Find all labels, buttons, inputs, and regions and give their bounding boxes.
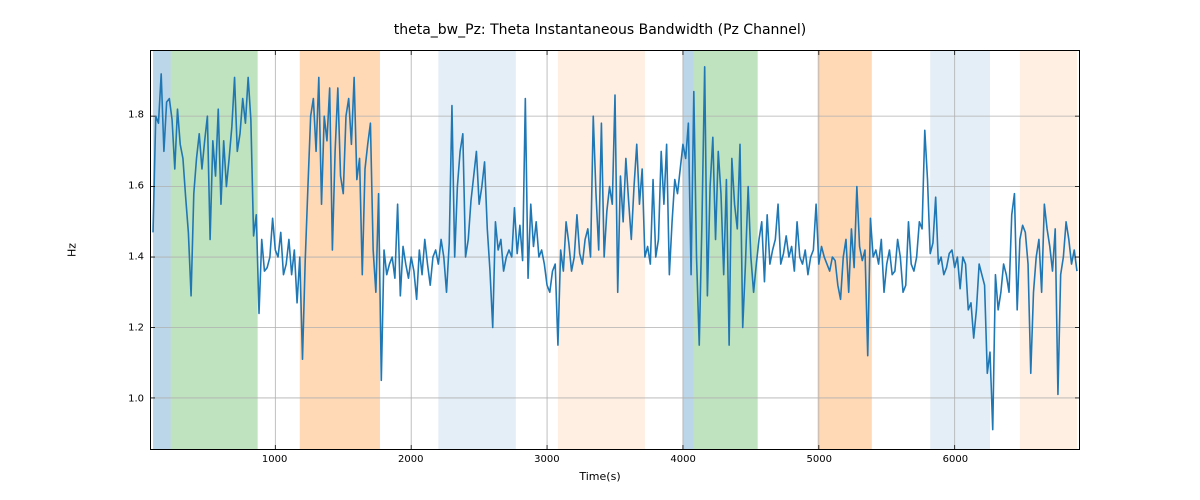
x-tick-label: 4000 — [670, 454, 695, 465]
x-tick-label: 5000 — [807, 454, 832, 465]
plot-area — [150, 50, 1080, 450]
x-tick-label: 2000 — [398, 454, 423, 465]
x-tick-label: 6000 — [943, 454, 968, 465]
highlight-band — [558, 51, 645, 449]
chart-title: theta_bw_Pz: Theta Instantaneous Bandwid… — [0, 22, 1200, 38]
highlight-band — [438, 51, 515, 449]
plot-svg — [151, 51, 1079, 449]
y-tick-label: 1.6 — [128, 181, 144, 192]
y-axis-label: Hz — [66, 243, 79, 257]
figure: theta_bw_Pz: Theta Instantaneous Bandwid… — [0, 0, 1200, 500]
y-tick-label: 1.0 — [128, 393, 144, 404]
x-tick-label: 1000 — [262, 454, 287, 465]
y-tick-label: 1.4 — [128, 252, 144, 263]
y-tick-label: 1.8 — [128, 110, 144, 121]
highlight-band — [930, 51, 990, 449]
highlight-band — [1020, 51, 1077, 449]
x-axis-label: Time(s) — [0, 470, 1200, 483]
x-tick-label: 3000 — [534, 454, 559, 465]
y-tick-label: 1.2 — [128, 322, 144, 333]
